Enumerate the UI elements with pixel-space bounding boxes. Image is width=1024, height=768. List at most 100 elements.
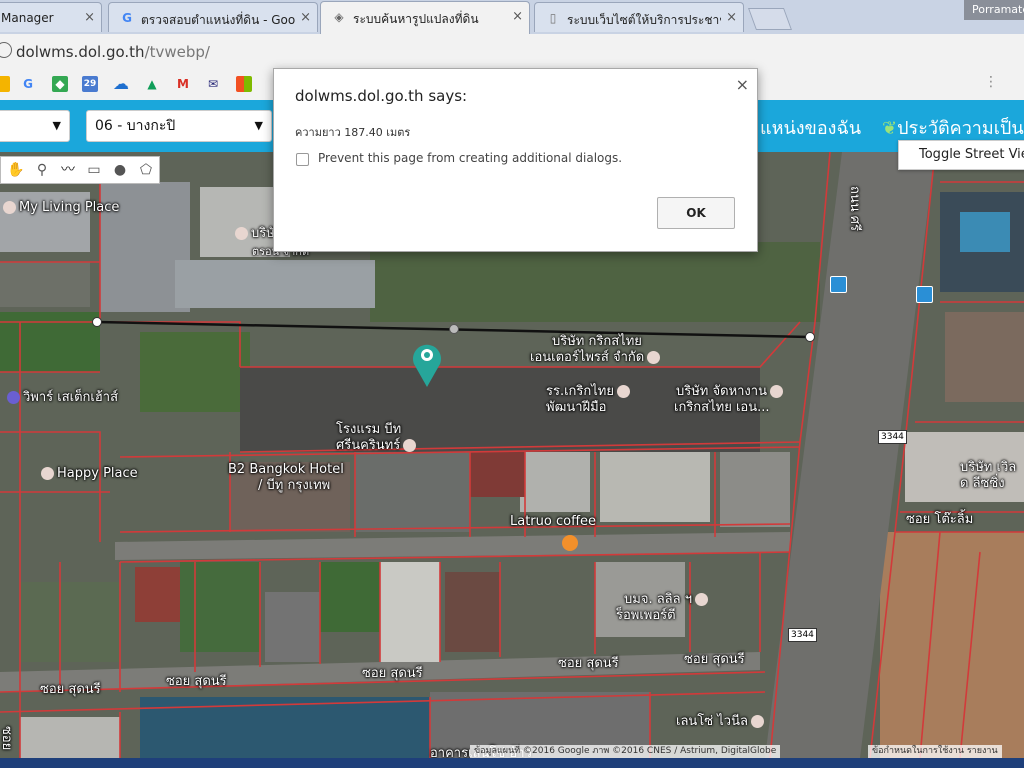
gmail-bookmark-icon[interactable]: M xyxy=(175,76,191,92)
cafe-label[interactable]: Latruo coffee xyxy=(510,514,596,529)
hotel-label[interactable]: Happy Place xyxy=(38,466,138,481)
province-select[interactable]: ▼ xyxy=(0,110,70,142)
map-terms-link[interactable]: ข้อกำหนดในการใช้งาน รายงาน xyxy=(868,745,1002,758)
tab-title: ตรวจสอบตำแหน่งที่ดิน - Goo xyxy=(141,13,295,27)
mail-bookmark-icon[interactable]: ✉ xyxy=(205,76,221,92)
chevron-down-icon: ▼ xyxy=(52,119,61,132)
school-label-line2: พัฒนาฝีมือ xyxy=(546,400,607,415)
hotel-label[interactable]: B2 Bangkok Hotel xyxy=(228,462,344,477)
poi-label[interactable]: บริษัท กริกสไทย xyxy=(552,334,642,349)
url-text[interactable]: dolwms.dol.go.th/tvwebp/ xyxy=(16,43,210,61)
url-host: dolwms.dol.go.th xyxy=(16,43,145,61)
poi-icon xyxy=(235,227,248,240)
bookmark-folder-icon[interactable] xyxy=(0,76,10,92)
measure-end-handle[interactable] xyxy=(805,332,815,342)
street-label: ซอย สุดนรี xyxy=(684,652,745,667)
road-label: ถนน ศรี xyxy=(847,186,862,232)
street-label: ซอย xyxy=(0,726,14,751)
profile-button[interactable]: Porramate xyxy=(964,0,1024,20)
poi-icon xyxy=(647,351,661,364)
bookmarks-overflow-icon[interactable]: ⋮ xyxy=(984,74,998,90)
street-label: ซอย โต๊ะลิ้ม xyxy=(906,512,974,527)
hotel-icon xyxy=(41,467,54,480)
district-select-value: 06 - บางกะปิ xyxy=(95,118,176,134)
street-label: ซอย สุดนรี xyxy=(166,674,227,689)
coffee-marker-icon[interactable] xyxy=(562,535,578,551)
district-select[interactable]: 06 - บางกะปิ ▼ xyxy=(86,110,272,142)
poi-label-line2: ด ลีซซิ่ง xyxy=(960,476,1005,491)
hotel-icon xyxy=(403,439,417,452)
measure-start-handle[interactable] xyxy=(92,317,102,327)
toggle-street-view-button[interactable]: Toggle Street View xyxy=(898,140,1024,170)
tab-close-icon[interactable]: × xyxy=(726,10,737,25)
hand-icon[interactable]: ✋ xyxy=(7,161,25,179)
prevent-dialogs-label[interactable]: Prevent this page from creating addition… xyxy=(318,151,622,165)
onedrive-bookmark-icon[interactable]: ☁ xyxy=(113,76,129,92)
measure-mid-handle[interactable] xyxy=(449,324,459,334)
tab-dol-service[interactable]: ▯ ระบบเว็บไซต์ให้บริการประชาช × xyxy=(534,2,744,32)
nav-my-location[interactable]: แหน่งของฉัน xyxy=(760,113,861,142)
info-icon[interactable] xyxy=(0,42,12,58)
shop-icon xyxy=(7,391,20,404)
street-label: ซอย สุดนรี xyxy=(362,666,423,681)
marker-icon[interactable]: ⚲ xyxy=(33,161,51,179)
school-icon xyxy=(617,385,630,398)
dialog-title: dolwms.dol.go.th says: xyxy=(295,87,468,105)
maps-bookmark-icon[interactable]: ◆ xyxy=(52,76,68,92)
tab-close-icon[interactable]: × xyxy=(512,9,523,24)
tab-google-search[interactable]: G ตรวจสอบตำแหน่งที่ดิน - Goo × xyxy=(108,2,318,32)
new-tab-button[interactable] xyxy=(747,8,793,30)
poi-label-line2[interactable]: เอนเตอร์ไพรส์ จำกัด xyxy=(530,350,663,365)
nav-land-history[interactable]: ❦ประวัติความเป็น xyxy=(882,113,1024,142)
polygon-icon[interactable]: ⬠ xyxy=(137,161,155,179)
bus-stop-icon[interactable] xyxy=(830,276,847,293)
prevent-dialogs-checkbox[interactable] xyxy=(296,153,309,166)
hotel-label[interactable]: โรงแรม บีท xyxy=(336,422,401,437)
poi-label[interactable]: My Living Place xyxy=(0,200,119,215)
google-bookmark-icon[interactable]: G xyxy=(20,76,36,92)
circle-icon[interactable]: ● xyxy=(111,161,129,179)
dol-icon: ◈ xyxy=(334,10,344,24)
bus-stop-icon[interactable] xyxy=(916,286,933,303)
drawing-toolbar: ✋ ⚲ 〰 ▭ ● ⬠ xyxy=(0,156,160,184)
hotel-label-line2[interactable]: ศรีนครินทร์ xyxy=(336,438,419,453)
poi-icon xyxy=(769,385,783,398)
map-copyright: ข้อมูลแผนที่ ©2016 Google ภาพ ©2016 CNES… xyxy=(470,745,781,758)
nav-history-label: ประวัติความเป็น xyxy=(897,118,1024,139)
tab-manager[interactable]: Manager × xyxy=(0,2,102,32)
poi-icon xyxy=(750,715,764,728)
poi-label[interactable]: เลนโซ่ ไวนีล xyxy=(676,714,767,729)
google-icon: G xyxy=(122,11,132,25)
address-bar[interactable]: dolwms.dol.go.th/tvwebp/ xyxy=(0,34,1024,69)
poi-label[interactable]: บริษัท จัดหางาน xyxy=(676,384,786,399)
tab-close-icon[interactable]: × xyxy=(300,10,311,25)
calendar-bookmark-icon[interactable]: 29 xyxy=(82,76,98,92)
poi-label[interactable]: บมจ. ลลิล ฯ xyxy=(624,592,711,607)
close-icon[interactable]: × xyxy=(736,75,749,94)
tab-title: ระบบเว็บไซต์ให้บริการประชาช xyxy=(567,13,721,27)
hotel-label-line2: / บีทู กรุงเทพ xyxy=(258,478,331,493)
poi-label[interactable]: บริษั xyxy=(232,226,275,241)
polyline-icon[interactable]: 〰 xyxy=(59,161,77,179)
poi-icon xyxy=(3,201,16,214)
taskbar xyxy=(0,758,1024,768)
street-label: ซอย สุดนรี xyxy=(40,682,101,697)
poi-label-line2: เกริกสไทย เอน... xyxy=(674,400,770,415)
route-sign: 3344 xyxy=(788,628,817,642)
poi-label[interactable]: บริษัท เวิล xyxy=(960,460,1016,475)
tab-dol-land-search[interactable]: ◈ ระบบค้นหารูปแปลงที่ดิน × xyxy=(320,1,530,34)
page-icon: ▯ xyxy=(549,11,557,25)
poi-label[interactable]: วิพาร์ เสเต็กเฮ้าส์ xyxy=(4,390,118,405)
rectangle-icon[interactable]: ▭ xyxy=(85,161,103,179)
dialog-message: ความยาว 187.40 เมตร xyxy=(295,126,411,139)
drive-bookmark-icon[interactable]: ▲ xyxy=(144,76,160,92)
ok-button[interactable]: OK xyxy=(657,197,735,229)
tab-title: Manager xyxy=(1,11,54,25)
poi-label-line2: ร็อพเพอร์ตี xyxy=(616,608,676,623)
route-sign: 3344 xyxy=(878,430,907,444)
leaf-icon: ❦ xyxy=(882,118,898,139)
school-label[interactable]: รร.เกริกไทย xyxy=(546,384,633,399)
windows-bookmark-icon[interactable] xyxy=(236,76,252,92)
tab-title: ระบบค้นหารูปแปลงที่ดิน xyxy=(353,12,479,26)
tab-close-icon[interactable]: × xyxy=(84,10,95,25)
